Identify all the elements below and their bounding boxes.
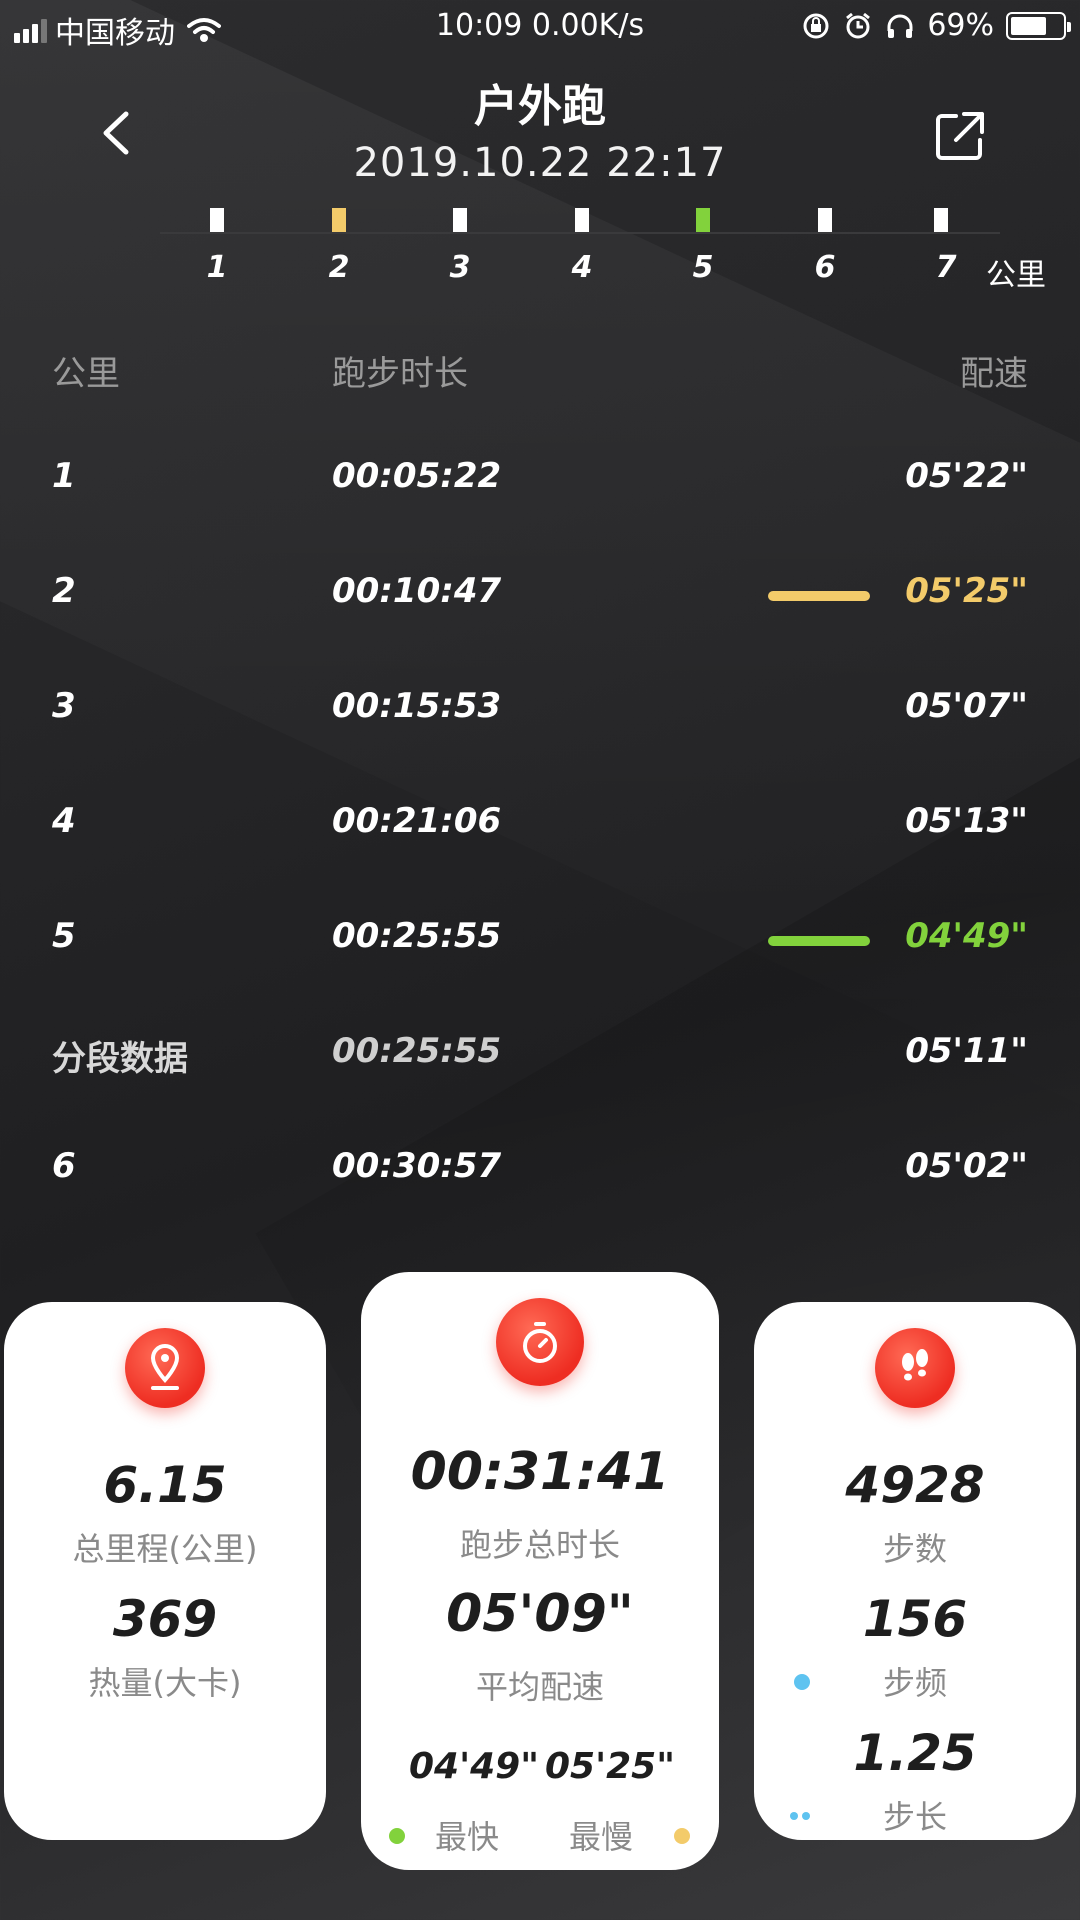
split-row: 2 00:10:47 05'25" bbox=[0, 571, 1080, 631]
split-duration: 00:25:55 bbox=[332, 916, 502, 956]
km-tick-label: 2 bbox=[328, 250, 350, 285]
column-header-duration: 跑步时长 bbox=[332, 354, 468, 394]
split-pace: 05'11" bbox=[905, 1031, 1028, 1071]
cadence-label: 步频 bbox=[882, 1664, 947, 1702]
footprints-icon bbox=[875, 1328, 955, 1408]
total-distance-label: 总里程(公里) bbox=[72, 1530, 258, 1568]
split-duration: 00:15:53 bbox=[332, 686, 502, 726]
split-row: 5 00:25:55 04'49" bbox=[0, 916, 1080, 976]
km-tick-label: 3 bbox=[449, 250, 471, 285]
slowest-label: 最慢 bbox=[569, 1818, 634, 1856]
battery-percent: 69% bbox=[927, 8, 994, 43]
km-tick bbox=[818, 208, 832, 232]
battery-icon bbox=[1006, 11, 1071, 40]
column-header-km: 公里 bbox=[52, 354, 120, 394]
split-duration: 00:05:22 bbox=[332, 456, 502, 496]
km-tick-slowest bbox=[332, 208, 346, 232]
split-km: 1 bbox=[52, 456, 76, 496]
steps-card[interactable]: 4928 步数 156 步频 1.25 步长 bbox=[754, 1302, 1076, 1840]
km-tick-label: 5 bbox=[692, 250, 714, 285]
split-duration: 00:10:47 bbox=[332, 571, 502, 611]
steps-value: 4928 bbox=[845, 1456, 985, 1514]
split-pace: 05'25" bbox=[905, 571, 1028, 611]
km-tick-fastest bbox=[696, 208, 710, 232]
km-unit-label: 公里 bbox=[986, 258, 1046, 293]
split-row: 1 00:05:22 05'22" bbox=[0, 456, 1080, 516]
steps-label: 步数 bbox=[882, 1530, 947, 1568]
distance-card[interactable]: 6.15 总里程(公里) 369 热量(大卡) bbox=[4, 1302, 326, 1840]
fastest-marker-bar bbox=[768, 936, 870, 946]
km-tick-label: 1 bbox=[206, 250, 228, 285]
run-datetime: 2019.10.22 22:17 bbox=[353, 140, 727, 186]
km-tick bbox=[453, 208, 467, 232]
duration-card[interactable]: 00:31:41 跑步总时长 05'09" 平均配速 04'49" 05'25"… bbox=[361, 1272, 719, 1870]
split-row: 6 00:30:57 05'02" bbox=[0, 1146, 1080, 1206]
slowest-marker-bar bbox=[768, 591, 870, 601]
fastest-label: 最快 bbox=[435, 1818, 500, 1856]
page-title: 户外跑 bbox=[474, 81, 606, 132]
total-duration-label: 跑步总时长 bbox=[459, 1526, 620, 1564]
average-pace-label: 平均配速 bbox=[475, 1668, 604, 1706]
split-km: 3 bbox=[52, 686, 76, 726]
km-tick bbox=[575, 208, 589, 232]
split-duration: 00:30:57 bbox=[332, 1146, 502, 1186]
cadence-value: 156 bbox=[862, 1590, 968, 1648]
average-pace-value: 05'09" bbox=[446, 1584, 634, 1644]
split-pace: 05'22" bbox=[905, 456, 1028, 496]
split-km: 分段数据 bbox=[52, 1039, 188, 1079]
km-tick-label: 7 bbox=[935, 250, 957, 285]
headphones-icon bbox=[887, 14, 913, 38]
total-duration-value: 00:31:41 bbox=[410, 1442, 670, 1502]
split-duration: 00:25:55 bbox=[332, 1031, 502, 1071]
km-tick-label: 6 bbox=[814, 250, 836, 285]
split-km: 6 bbox=[52, 1146, 76, 1186]
split-pace: 04'49" bbox=[905, 916, 1028, 956]
split-row: 3 00:15:53 05'07" bbox=[0, 686, 1080, 746]
slowest-pace-value: 05'25" bbox=[545, 1746, 675, 1787]
km-tick-label: 4 bbox=[571, 250, 593, 285]
total-distance-value: 6.15 bbox=[103, 1456, 227, 1514]
split-summary-row: 分段数据 00:25:55 05'11" bbox=[0, 1031, 1080, 1091]
km-tick bbox=[210, 208, 224, 232]
stride-value: 1.25 bbox=[853, 1724, 977, 1782]
split-km: 4 bbox=[52, 801, 76, 841]
alarm-icon bbox=[846, 12, 871, 38]
split-pace: 05'02" bbox=[905, 1146, 1028, 1186]
column-header-pace: 配速 bbox=[960, 354, 1028, 394]
stopwatch-icon bbox=[496, 1298, 584, 1386]
split-pace: 05'13" bbox=[905, 801, 1028, 841]
split-row: 4 00:21:06 05'13" bbox=[0, 801, 1080, 861]
status-bar: 中国移动 10:09 0.00K/s 69% bbox=[0, 0, 1080, 54]
rotation-lock-icon bbox=[803, 13, 829, 38]
split-duration: 00:21:06 bbox=[332, 801, 502, 841]
stride-label: 步长 bbox=[882, 1798, 947, 1836]
split-km: 5 bbox=[52, 916, 76, 956]
km-timeline-track bbox=[160, 232, 1000, 234]
slowest-dot bbox=[674, 1828, 690, 1844]
calories-value: 369 bbox=[112, 1590, 218, 1648]
fastest-dot bbox=[389, 1828, 405, 1844]
split-pace: 05'07" bbox=[905, 686, 1028, 726]
km-tick bbox=[934, 208, 948, 232]
location-pin-icon bbox=[125, 1328, 205, 1408]
split-km: 2 bbox=[52, 571, 76, 611]
share-button[interactable] bbox=[932, 108, 988, 164]
calories-label: 热量(大卡) bbox=[88, 1664, 242, 1702]
fastest-pace-value: 04'49" bbox=[409, 1746, 539, 1787]
